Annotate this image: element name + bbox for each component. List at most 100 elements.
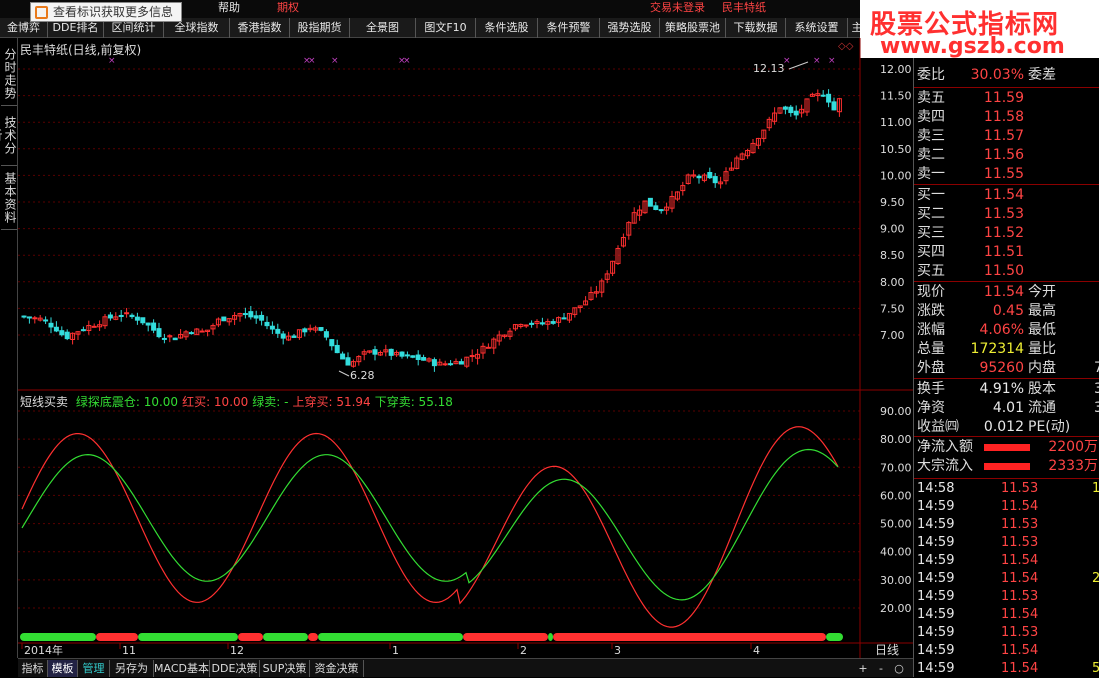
legend-item: 绿探底震仓: 10.00 xyxy=(75,395,179,409)
ask-row-value: 11.57 xyxy=(983,128,1024,144)
candle-body xyxy=(280,333,286,339)
stat-row-label2: 内盘 xyxy=(1028,360,1056,376)
indicator-tick: 80.00 xyxy=(880,433,912,446)
login-status[interactable]: 交易未登录 xyxy=(650,0,705,16)
tab-indicator[interactable]: 指标 xyxy=(18,660,48,677)
fin-row-label2: 股本 xyxy=(1028,381,1056,397)
signal-bar-segment xyxy=(20,633,96,641)
bid-row-value: 11.51 xyxy=(983,244,1024,260)
candle-body xyxy=(118,314,124,317)
bid-row-value: 11.52 xyxy=(983,225,1024,241)
candle-body xyxy=(410,355,416,358)
candle-body xyxy=(469,355,475,358)
flow-row: 大宗流入 2333万 xyxy=(914,457,1099,476)
ask-row-value: 11.59 xyxy=(983,90,1024,106)
tick-price: 11.53 xyxy=(1001,589,1039,604)
candle-body xyxy=(421,357,427,361)
tick-time: 14:59 xyxy=(917,607,955,622)
candle-body xyxy=(653,205,659,210)
zoom-in-btn[interactable]: + xyxy=(856,660,870,677)
bid-row: 买四 11.51 xyxy=(914,243,1099,262)
toolbar-btn-11[interactable]: 策略股票池 xyxy=(660,18,726,38)
ask-row-label: 卖四 xyxy=(917,109,945,125)
signal-bar-segment xyxy=(553,633,826,641)
tab-funds[interactable]: 资金决策 xyxy=(310,660,364,677)
tab-technical[interactable]: 技术分析 xyxy=(0,106,17,166)
tick-row: 14:59 11.54 5 xyxy=(914,660,1099,678)
tick-price: 11.53 xyxy=(1001,535,1039,550)
toolbar-btn-6[interactable]: 全景图 xyxy=(350,18,416,38)
ask-row: 卖二 11.56 xyxy=(914,146,1099,165)
signal-marker: × xyxy=(331,56,339,66)
stat-row: 涨幅 4.06% 最低 xyxy=(914,321,1099,340)
toolbar-btn-5[interactable]: 股指期货 xyxy=(290,18,350,38)
price-tick: 8.50 xyxy=(880,249,905,262)
stat-row-value: 4.06% xyxy=(979,322,1024,338)
candle-body xyxy=(26,316,32,319)
stat-row: 外盘 95260 内盘 7 xyxy=(914,359,1099,378)
chart-grid xyxy=(18,68,860,609)
toolbar-btn-13[interactable]: 系统设置 xyxy=(786,18,848,38)
toolbar-btn-10[interactable]: 强势选股 xyxy=(600,18,660,38)
candle-body xyxy=(134,316,140,321)
candle-body xyxy=(259,314,265,321)
kline-chart[interactable]: × ×× × ×× × × × 12.0011.5011.0010.5010.009.509… xyxy=(18,38,913,658)
candle-body xyxy=(248,311,254,318)
ask-row-value: 11.58 xyxy=(983,109,1024,125)
toolbar-btn-8[interactable]: 条件选股 xyxy=(476,18,538,38)
signal-bar-segment xyxy=(463,633,548,641)
tick-row: 14:59 11.53 xyxy=(914,516,1099,534)
stat-row-label: 涨幅 xyxy=(917,322,945,338)
tick-time: 14:59 xyxy=(917,535,955,550)
signal-bar-segment xyxy=(238,633,263,641)
toolbar-btn-7[interactable]: 图文F10 xyxy=(416,18,476,38)
toolbar-btn-12[interactable]: 下载数据 xyxy=(726,18,786,38)
signal-marker: × xyxy=(308,56,316,66)
tick-row: 14:59 11.53 xyxy=(914,588,1099,606)
tick-price: 11.54 xyxy=(1001,553,1039,568)
tab-macd[interactable]: MACD基本 xyxy=(154,660,210,677)
reset-btn[interactable]: ○ xyxy=(892,660,906,677)
candle-body xyxy=(820,94,826,97)
ask-row: 卖三 11.57 xyxy=(914,127,1099,146)
stat-row-label2: 今开 xyxy=(1028,284,1056,300)
candle-body xyxy=(269,325,275,330)
separator xyxy=(914,281,1099,282)
candle-body xyxy=(485,346,491,349)
signal-bar-segment xyxy=(548,633,553,641)
tick-time: 14:58 xyxy=(917,481,955,496)
legend-item: 红买: 10.00 xyxy=(182,395,249,409)
flow-value: 2333万 xyxy=(1048,458,1098,474)
tab-dde[interactable]: DDE决策 xyxy=(210,660,260,677)
menu-help[interactable]: 帮助 xyxy=(218,0,240,16)
tab-manage[interactable]: 管理 xyxy=(78,660,110,677)
toolbar-btn-4[interactable]: 香港指数 xyxy=(230,18,290,38)
indicator-red-line xyxy=(21,426,839,628)
menu-options[interactable]: 期权 xyxy=(277,0,299,16)
tooltip-text: 查看标识获取更多信息 xyxy=(53,5,174,19)
candle-body xyxy=(145,322,151,326)
weibi-row: 委比 30.03% 委差 xyxy=(914,66,1099,85)
candle-body xyxy=(388,348,394,356)
candle-body xyxy=(539,322,545,325)
x-axis-label: 3 xyxy=(614,644,621,657)
tab-fundamentals[interactable]: 基本资料 xyxy=(1,166,17,230)
candle-body xyxy=(658,209,664,212)
indicator-legend: 短线买卖 绿探底震仓: 10.00 红买: 10.00 绿卖: - 上穿买: 51.9… xyxy=(20,393,461,410)
separator xyxy=(914,436,1099,437)
tab-save-as[interactable]: 另存为 xyxy=(110,660,154,677)
candle-body xyxy=(831,101,837,111)
tab-sup[interactable]: SUP决策 xyxy=(260,660,310,677)
candle-body xyxy=(124,312,130,315)
indicator-tick: 50.00 xyxy=(880,518,912,531)
diamond-icon[interactable]: ◇◇ xyxy=(838,41,853,52)
tab-template[interactable]: 模板 xyxy=(48,660,78,677)
fin-row-value: 4.91% xyxy=(979,381,1024,397)
candle-body xyxy=(64,331,70,340)
candle-body xyxy=(793,110,799,116)
candle-body xyxy=(448,363,454,366)
tab-intraday[interactable]: 分时走势 xyxy=(1,42,17,106)
toolbar-btn-9[interactable]: 条件预警 xyxy=(538,18,600,38)
price-tick: 10.50 xyxy=(880,143,912,156)
zoom-out-btn[interactable]: - xyxy=(874,660,888,677)
